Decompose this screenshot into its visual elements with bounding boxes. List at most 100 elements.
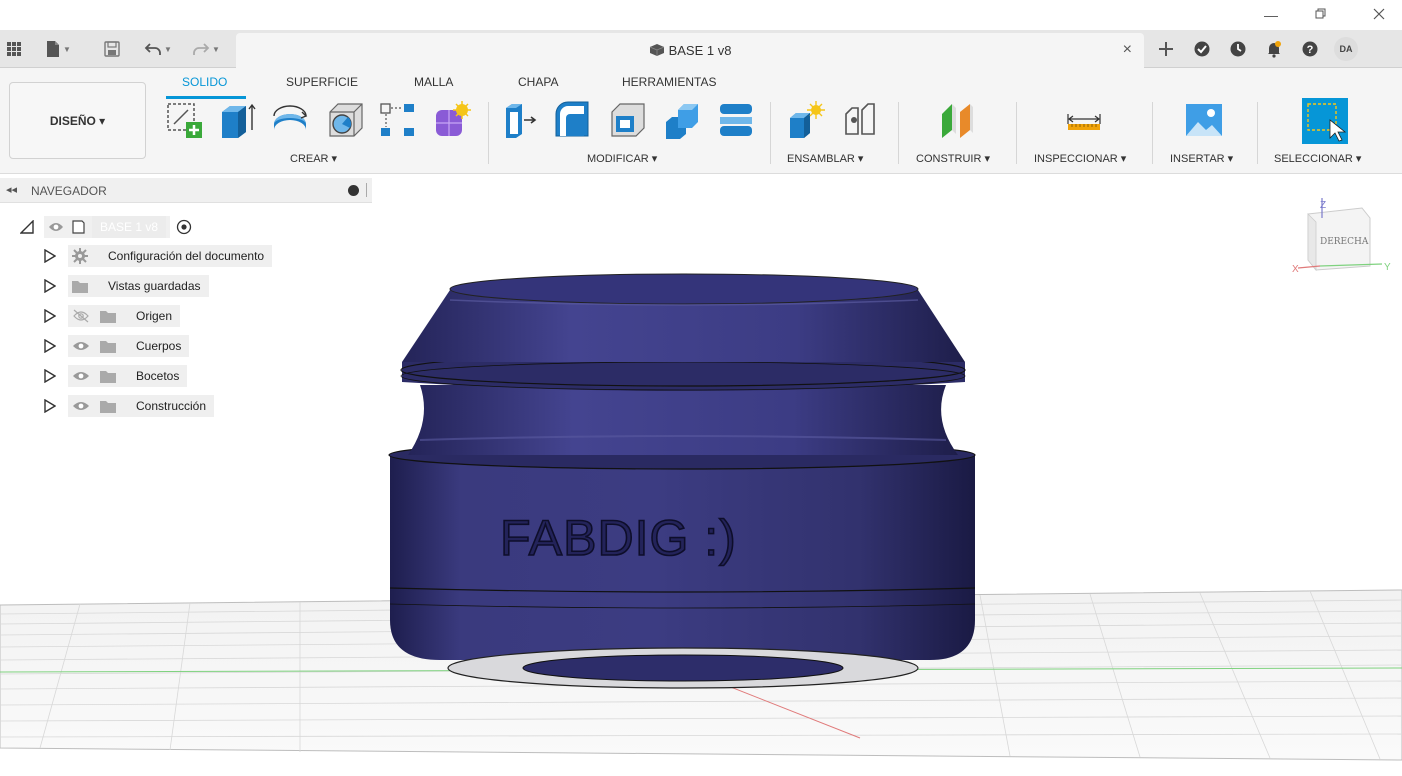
window-titlebar: —	[0, 0, 1402, 30]
navigator-header: ◂◂ NAVEGADOR	[0, 178, 372, 203]
folder-icon	[100, 340, 116, 353]
navigator-item-configuracion[interactable]: Configuración del documento	[44, 245, 273, 267]
notifications-icon[interactable]	[1256, 35, 1292, 63]
navigator-resize-handle[interactable]	[366, 183, 367, 197]
new-component-icon[interactable]	[786, 100, 826, 140]
body-icon	[649, 44, 664, 56]
select-icon[interactable]	[1302, 98, 1348, 144]
revolve-icon[interactable]	[270, 100, 310, 140]
document-title: BASE 1 v8	[236, 43, 1144, 58]
fillet-icon[interactable]	[552, 100, 592, 140]
viewcube-face-label: DERECHA	[1320, 237, 1369, 247]
active-tab-indicator	[166, 96, 246, 99]
group-insertar[interactable]: INSERTAR ▾	[1170, 152, 1233, 165]
navigator-options-icon[interactable]	[348, 185, 359, 196]
split-body-icon[interactable]	[716, 100, 756, 140]
tab-solido[interactable]: SOLIDO	[182, 75, 227, 89]
create-form-icon[interactable]	[432, 100, 472, 140]
press-pull-icon[interactable]	[500, 100, 540, 140]
save-icon[interactable]	[104, 38, 120, 60]
tab-malla[interactable]: MALLA	[414, 75, 453, 89]
eye-icon	[49, 223, 63, 231]
app-grid-icon[interactable]	[6, 38, 22, 60]
create-sketch-icon[interactable]	[164, 100, 204, 140]
tab-herramientas[interactable]: HERRAMIENTAS	[622, 75, 716, 89]
group-modificar[interactable]: MODIFICAR ▾	[587, 152, 657, 165]
joint-icon[interactable]	[840, 100, 880, 140]
folder-icon	[100, 400, 116, 413]
nav-item-label: Cuerpos	[130, 335, 190, 357]
tab-bar: ▼ ▼ ▼ BASE 1 v8 × ? DA	[0, 30, 1402, 68]
extensions-icon[interactable]	[1184, 35, 1220, 63]
expand-arrow-icon	[44, 339, 56, 353]
folder-icon	[100, 370, 116, 383]
axis-y-label: Y	[1384, 262, 1391, 273]
job-status-icon[interactable]	[1220, 35, 1256, 63]
navigator-item-construccion[interactable]: Construcción	[44, 395, 215, 417]
insert-image-icon[interactable]	[1184, 100, 1224, 140]
eye-icon[interactable]	[72, 370, 90, 382]
nav-item-label: Vistas guardadas	[102, 275, 209, 297]
tab-chapa[interactable]: CHAPA	[518, 75, 558, 89]
folder-icon	[72, 280, 88, 293]
group-crear[interactable]: CREAR ▾	[290, 152, 337, 165]
collapse-triangle-icon	[20, 220, 34, 234]
navigator-item-cuerpos[interactable]: Cuerpos	[44, 335, 190, 357]
combine-icon[interactable]	[662, 100, 702, 140]
axis-x-label: X	[1292, 264, 1299, 275]
group-construir[interactable]: CONSTRUIR ▾	[916, 152, 990, 165]
undo-icon[interactable]: ▼	[144, 38, 172, 60]
measure-icon[interactable]	[1064, 100, 1104, 140]
engraved-text: FABDIG :)	[500, 510, 737, 566]
eye-hidden-icon[interactable]	[72, 309, 90, 323]
user-avatar[interactable]: DA	[1328, 35, 1364, 63]
close-window-icon[interactable]	[1364, 4, 1394, 26]
tab-superficie[interactable]: SUPERFICIE	[286, 75, 358, 89]
document-icon	[72, 220, 85, 234]
close-tab-icon[interactable]: ×	[1123, 41, 1132, 59]
separator	[1152, 102, 1153, 164]
eye-icon[interactable]	[72, 400, 90, 412]
offset-plane-icon[interactable]	[938, 100, 978, 140]
minimize-icon[interactable]: —	[1256, 4, 1286, 26]
navigator-item-bocetos[interactable]: Bocetos	[44, 365, 188, 387]
pattern-icon[interactable]	[378, 100, 418, 140]
collapse-navigator-icon[interactable]: ◂◂	[6, 183, 17, 196]
folder-icon	[100, 310, 116, 323]
workspace-selector[interactable]: DISEÑO ▾	[9, 82, 146, 159]
root-label: BASE 1 v8	[92, 216, 167, 238]
new-tab-icon[interactable]	[1148, 35, 1184, 63]
nav-item-label: Origen	[130, 305, 181, 327]
navigator-root[interactable]: BASE 1 v8	[20, 216, 192, 238]
separator	[1016, 102, 1017, 164]
expand-arrow-icon	[44, 309, 56, 323]
redo-icon[interactable]: ▼	[192, 38, 220, 60]
expand-arrow-icon	[44, 399, 56, 413]
extrude-icon[interactable]	[216, 100, 256, 140]
axis-z-label: Z	[1320, 200, 1326, 211]
root-node[interactable]: BASE 1 v8	[44, 216, 171, 238]
navigator-item-vistas[interactable]: Vistas guardadas	[44, 275, 209, 297]
separator	[770, 102, 771, 164]
3d-model-body	[388, 273, 976, 689]
user-initials: DA	[1334, 37, 1358, 61]
viewcube[interactable]: Z X Y DERECHA	[1292, 196, 1396, 286]
separator	[1257, 102, 1258, 164]
expand-arrow-icon	[44, 279, 56, 293]
group-inspeccionar[interactable]: INSPECCIONAR ▾	[1034, 152, 1126, 165]
restore-icon[interactable]	[1305, 4, 1335, 26]
hole-icon[interactable]	[326, 100, 366, 140]
separator	[488, 102, 489, 164]
eye-icon[interactable]	[72, 340, 90, 352]
nav-item-label: Construcción	[130, 395, 215, 417]
group-ensamblar[interactable]: ENSAMBLAR ▾	[787, 152, 863, 165]
file-menu-icon[interactable]: ▼	[45, 38, 71, 60]
document-tab[interactable]: BASE 1 v8 ×	[236, 33, 1144, 68]
shell-icon[interactable]	[608, 100, 648, 140]
expand-arrow-icon	[44, 249, 56, 263]
group-seleccionar[interactable]: SELECCIONAR ▾	[1274, 152, 1361, 165]
navigator-item-origen[interactable]: Origen	[44, 305, 181, 327]
toolbar-ribbon: DISEÑO ▾ SOLIDO SUPERFICIE MALLA CHAPA H…	[0, 68, 1402, 174]
help-icon[interactable]: ?	[1292, 35, 1328, 63]
activate-radio-icon[interactable]	[176, 219, 192, 235]
